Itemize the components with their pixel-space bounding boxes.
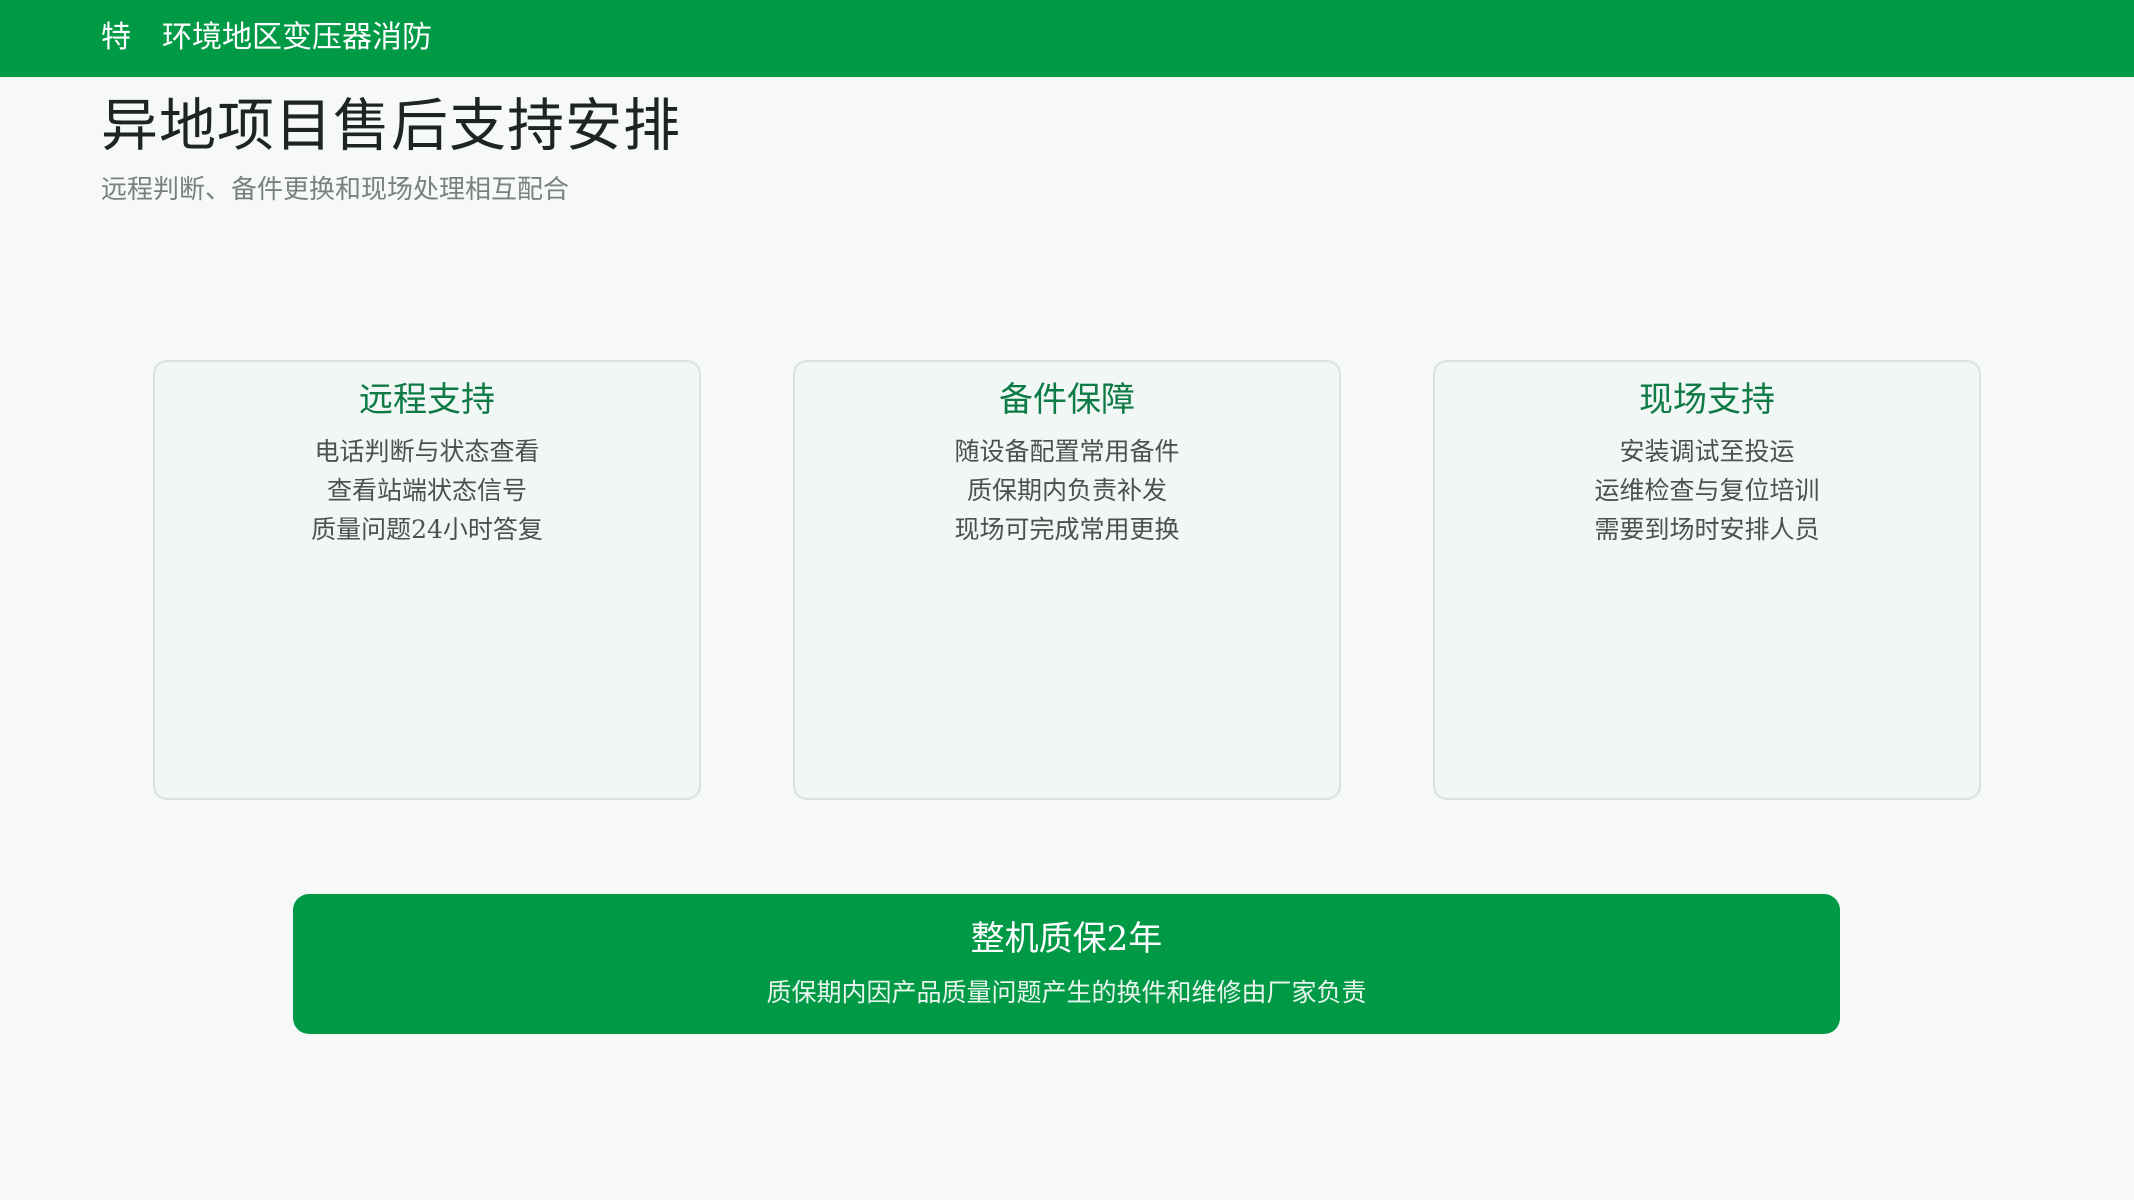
card-onsite-support: 现场支持 安装调试至投运 运维检查与复位培训 需要到场时安排人员: [1433, 360, 1981, 800]
card-line: 现场可完成常用更换: [954, 515, 1180, 544]
slide-page: 特 环境地区变压器消防 异地项目售后支持安排 远程判断、备件更换和现场处理相互配…: [0, 0, 2134, 1200]
top-banner: 特 环境地区变压器消防: [0, 0, 2134, 77]
warranty-banner: 整机质保2年 质保期内因产品质量问题产生的换件和维修由厂家负责: [293, 894, 1840, 1034]
card-remote-support: 远程支持 电话判断与状态查看 查看站端状态信号 质量问题24小时答复: [153, 360, 701, 800]
card-lines: 随设备配置常用备件 质保期内负责补发 现场可完成常用更换: [795, 432, 1339, 549]
card-lines: 电话判断与状态查看 查看站端状态信号 质量问题24小时答复: [155, 432, 699, 549]
warranty-title: 整机质保2年: [970, 919, 1163, 959]
card-line: 随设备配置常用备件: [954, 437, 1180, 466]
brand-title: 环境地区变压器消防: [162, 20, 432, 55]
page-title: 异地项目售后支持安排: [101, 93, 681, 159]
card-title: 现场支持: [1639, 380, 1775, 420]
card-line: 电话判断与状态查看: [314, 437, 540, 466]
brand-mark: 特: [101, 20, 131, 55]
card-line: 质保期内负责补发: [966, 476, 1167, 505]
card-lines: 安装调试至投运 运维检查与复位培训 需要到场时安排人员: [1435, 432, 1979, 549]
card-line: 需要到场时安排人员: [1594, 515, 1820, 544]
card-line: 运维检查与复位培训: [1594, 476, 1820, 505]
card-line: 查看站端状态信号: [326, 476, 527, 505]
page-subtitle: 远程判断、备件更换和现场处理相互配合: [101, 175, 570, 205]
card-line: 质量问题24小时答复: [311, 515, 543, 544]
warranty-subtitle: 质保期内因产品质量问题产生的换件和维修由厂家负责: [766, 978, 1367, 1007]
card-title: 远程支持: [359, 380, 495, 420]
card-spare-parts: 备件保障 随设备配置常用备件 质保期内负责补发 现场可完成常用更换: [793, 360, 1341, 800]
card-line: 安装调试至投运: [1619, 437, 1795, 466]
card-title: 备件保障: [999, 380, 1135, 420]
